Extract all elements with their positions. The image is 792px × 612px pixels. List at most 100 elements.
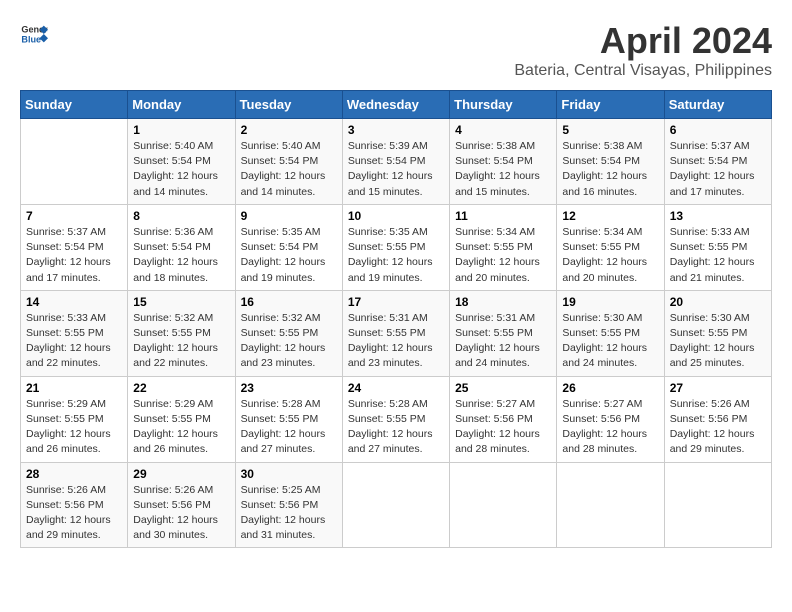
day-info: Sunrise: 5:28 AM Sunset: 5:55 PM Dayligh… <box>348 397 444 458</box>
calendar-cell: 16 Sunrise: 5:32 AM Sunset: 5:55 PM Dayli… <box>235 290 342 376</box>
day-info: Sunrise: 5:28 AM Sunset: 5:55 PM Dayligh… <box>241 397 337 458</box>
day-number: 12 <box>562 209 658 223</box>
calendar-cell: 27 Sunrise: 5:26 AM Sunset: 5:56 PM Dayli… <box>664 376 771 462</box>
header-tuesday: Tuesday <box>235 91 342 119</box>
header-sunday: Sunday <box>21 91 128 119</box>
day-number: 13 <box>670 209 766 223</box>
day-number: 18 <box>455 295 551 309</box>
calendar-cell: 26 Sunrise: 5:27 AM Sunset: 5:56 PM Dayli… <box>557 376 664 462</box>
calendar-cell: 24 Sunrise: 5:28 AM Sunset: 5:55 PM Dayli… <box>342 376 449 462</box>
day-info: Sunrise: 5:25 AM Sunset: 5:56 PM Dayligh… <box>241 483 337 544</box>
day-info: Sunrise: 5:26 AM Sunset: 5:56 PM Dayligh… <box>133 483 229 544</box>
day-number: 16 <box>241 295 337 309</box>
calendar-week-4: 21 Sunrise: 5:29 AM Sunset: 5:55 PM Dayli… <box>21 376 772 462</box>
day-number: 8 <box>133 209 229 223</box>
day-info: Sunrise: 5:33 AM Sunset: 5:55 PM Dayligh… <box>670 225 766 286</box>
day-info: Sunrise: 5:31 AM Sunset: 5:55 PM Dayligh… <box>348 311 444 372</box>
calendar-cell: 20 Sunrise: 5:30 AM Sunset: 5:55 PM Dayli… <box>664 290 771 376</box>
day-info: Sunrise: 5:40 AM Sunset: 5:54 PM Dayligh… <box>241 139 337 200</box>
calendar-cell: 25 Sunrise: 5:27 AM Sunset: 5:56 PM Dayli… <box>450 376 557 462</box>
header-friday: Friday <box>557 91 664 119</box>
day-info: Sunrise: 5:34 AM Sunset: 5:55 PM Dayligh… <box>562 225 658 286</box>
day-info: Sunrise: 5:40 AM Sunset: 5:54 PM Dayligh… <box>133 139 229 200</box>
day-info: Sunrise: 5:36 AM Sunset: 5:54 PM Dayligh… <box>133 225 229 286</box>
calendar-cell: 30 Sunrise: 5:25 AM Sunset: 5:56 PM Dayli… <box>235 462 342 548</box>
calendar-cell: 9Sunrise: 5:35 AM Sunset: 5:54 PM Daylig… <box>235 204 342 290</box>
calendar-cell <box>450 462 557 548</box>
calendar-cell: 4 Sunrise: 5:38 AM Sunset: 5:54 PM Daylig… <box>450 119 557 205</box>
day-number: 23 <box>241 381 337 395</box>
calendar-title: April 2024 <box>514 20 772 62</box>
day-number: 27 <box>670 381 766 395</box>
day-number: 2 <box>241 123 337 137</box>
day-number: 3 <box>348 123 444 137</box>
day-info: Sunrise: 5:34 AM Sunset: 5:55 PM Dayligh… <box>455 225 551 286</box>
day-number: 28 <box>26 467 122 481</box>
logo-icon: General Blue <box>20 20 48 48</box>
day-number: 7 <box>26 209 122 223</box>
calendar-cell: 14Sunrise: 5:33 AM Sunset: 5:55 PM Dayli… <box>21 290 128 376</box>
day-info: Sunrise: 5:38 AM Sunset: 5:54 PM Dayligh… <box>562 139 658 200</box>
day-number: 15 <box>133 295 229 309</box>
calendar-cell: 1Sunrise: 5:40 AM Sunset: 5:54 PM Daylig… <box>128 119 235 205</box>
day-info: Sunrise: 5:30 AM Sunset: 5:55 PM Dayligh… <box>670 311 766 372</box>
svg-text:Blue: Blue <box>21 34 41 44</box>
calendar-week-5: 28 Sunrise: 5:26 AM Sunset: 5:56 PM Dayli… <box>21 462 772 548</box>
day-number: 19 <box>562 295 658 309</box>
calendar-cell: 2 Sunrise: 5:40 AM Sunset: 5:54 PM Daylig… <box>235 119 342 205</box>
day-info: Sunrise: 5:32 AM Sunset: 5:55 PM Dayligh… <box>133 311 229 372</box>
day-number: 21 <box>26 381 122 395</box>
day-number: 20 <box>670 295 766 309</box>
day-info: Sunrise: 5:32 AM Sunset: 5:55 PM Dayligh… <box>241 311 337 372</box>
calendar-cell: 28 Sunrise: 5:26 AM Sunset: 5:56 PM Dayli… <box>21 462 128 548</box>
calendar-cell: 19 Sunrise: 5:30 AM Sunset: 5:55 PM Dayli… <box>557 290 664 376</box>
day-info: Sunrise: 5:37 AM Sunset: 5:54 PM Dayligh… <box>670 139 766 200</box>
day-number: 6 <box>670 123 766 137</box>
day-number: 17 <box>348 295 444 309</box>
calendar-cell: 10 Sunrise: 5:35 AM Sunset: 5:55 PM Dayli… <box>342 204 449 290</box>
day-number: 24 <box>348 381 444 395</box>
calendar-cell: 8 Sunrise: 5:36 AM Sunset: 5:54 PM Daylig… <box>128 204 235 290</box>
calendar-cell: 12 Sunrise: 5:34 AM Sunset: 5:55 PM Dayli… <box>557 204 664 290</box>
day-number: 5 <box>562 123 658 137</box>
day-info: Sunrise: 5:31 AM Sunset: 5:55 PM Dayligh… <box>455 311 551 372</box>
day-info: Sunrise: 5:35 AM Sunset: 5:55 PM Dayligh… <box>348 225 444 286</box>
day-info: Sunrise: 5:27 AM Sunset: 5:56 PM Dayligh… <box>562 397 658 458</box>
calendar-cell: 5 Sunrise: 5:38 AM Sunset: 5:54 PM Daylig… <box>557 119 664 205</box>
calendar-cell <box>21 119 128 205</box>
calendar-cell: 29 Sunrise: 5:26 AM Sunset: 5:56 PM Dayli… <box>128 462 235 548</box>
day-info: Sunrise: 5:38 AM Sunset: 5:54 PM Dayligh… <box>455 139 551 200</box>
day-info: Sunrise: 5:26 AM Sunset: 5:56 PM Dayligh… <box>670 397 766 458</box>
calendar-cell <box>557 462 664 548</box>
calendar-table: SundayMondayTuesdayWednesdayThursdayFrid… <box>20 90 772 548</box>
calendar-header-row: SundayMondayTuesdayWednesdayThursdayFrid… <box>21 91 772 119</box>
day-number: 30 <box>241 467 337 481</box>
day-info: Sunrise: 5:29 AM Sunset: 5:55 PM Dayligh… <box>133 397 229 458</box>
calendar-cell: 22Sunrise: 5:29 AM Sunset: 5:55 PM Dayli… <box>128 376 235 462</box>
day-info: Sunrise: 5:35 AM Sunset: 5:54 PM Dayligh… <box>241 225 337 286</box>
calendar-subtitle: Bateria, Central Visayas, Philippines <box>514 62 772 80</box>
day-info: Sunrise: 5:30 AM Sunset: 5:55 PM Dayligh… <box>562 311 658 372</box>
day-number: 29 <box>133 467 229 481</box>
calendar-cell: 17 Sunrise: 5:31 AM Sunset: 5:55 PM Dayli… <box>342 290 449 376</box>
calendar-week-3: 14Sunrise: 5:33 AM Sunset: 5:55 PM Dayli… <box>21 290 772 376</box>
calendar-week-2: 7 Sunrise: 5:37 AM Sunset: 5:54 PM Daylig… <box>21 204 772 290</box>
calendar-cell: 15 Sunrise: 5:32 AM Sunset: 5:55 PM Dayli… <box>128 290 235 376</box>
calendar-cell: 18 Sunrise: 5:31 AM Sunset: 5:55 PM Dayli… <box>450 290 557 376</box>
calendar-cell: 21Sunrise: 5:29 AM Sunset: 5:55 PM Dayli… <box>21 376 128 462</box>
day-info: Sunrise: 5:33 AM Sunset: 5:55 PM Dayligh… <box>26 311 122 372</box>
day-number: 4 <box>455 123 551 137</box>
day-number: 26 <box>562 381 658 395</box>
page-header: General Blue April 2024 Bateria, Central… <box>20 20 772 80</box>
logo: General Blue <box>20 20 48 48</box>
day-number: 11 <box>455 209 551 223</box>
calendar-week-1: 1Sunrise: 5:40 AM Sunset: 5:54 PM Daylig… <box>21 119 772 205</box>
calendar-cell: 23 Sunrise: 5:28 AM Sunset: 5:55 PM Dayli… <box>235 376 342 462</box>
day-info: Sunrise: 5:26 AM Sunset: 5:56 PM Dayligh… <box>26 483 122 544</box>
day-info: Sunrise: 5:27 AM Sunset: 5:56 PM Dayligh… <box>455 397 551 458</box>
day-number: 10 <box>348 209 444 223</box>
calendar-cell: 6 Sunrise: 5:37 AM Sunset: 5:54 PM Daylig… <box>664 119 771 205</box>
day-info: Sunrise: 5:37 AM Sunset: 5:54 PM Dayligh… <box>26 225 122 286</box>
calendar-cell: 3Sunrise: 5:39 AM Sunset: 5:54 PM Daylig… <box>342 119 449 205</box>
day-number: 25 <box>455 381 551 395</box>
